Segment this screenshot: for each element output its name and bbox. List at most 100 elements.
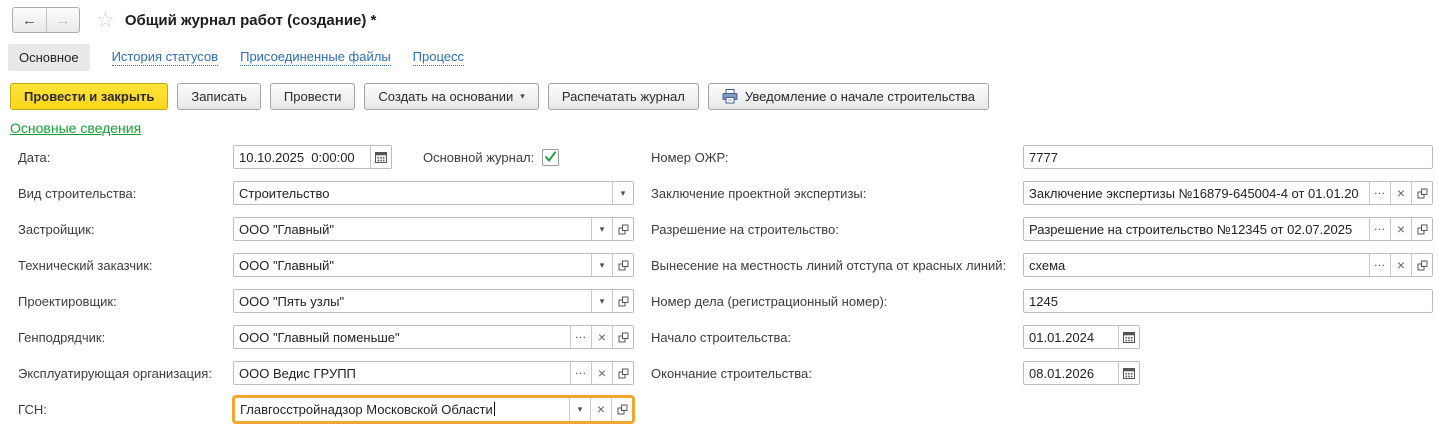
- date-input[interactable]: 10.10.2025 0:00:00: [233, 145, 392, 169]
- toolbar: Провести и закрыть Записать Провести Соз…: [10, 83, 998, 110]
- post-and-close-button[interactable]: Провести и закрыть: [10, 83, 168, 110]
- construction-end-calendar-button[interactable]: [1118, 362, 1139, 384]
- construction-type-label: Вид строительства:: [18, 186, 233, 201]
- construction-start-notice-button[interactable]: Уведомление о начале строительства: [708, 83, 989, 110]
- clear-icon: ×: [598, 366, 606, 380]
- construction-start-notice-label: Уведомление о начале строительства: [745, 89, 975, 104]
- gsn-input[interactable]: Главгосстройнадзор Московской Области ▾ …: [233, 396, 634, 423]
- create-based-on-button[interactable]: Создать на основании ▾: [364, 83, 538, 110]
- operating-organization-input[interactable]: ООО Ведис ГРУПП … ×: [233, 361, 634, 385]
- building-permit-clear-button[interactable]: ×: [1390, 218, 1411, 240]
- developer-label: Застройщик:: [18, 222, 233, 237]
- gsn-dropdown-button[interactable]: ▾: [569, 398, 590, 421]
- expertise-conclusion-select-button[interactable]: …: [1369, 182, 1390, 204]
- building-permit-value: Разрешение на строительство №12345 от 02…: [1024, 218, 1369, 240]
- open-item-icon: [618, 260, 629, 271]
- open-item-icon: [1417, 224, 1428, 235]
- post-button[interactable]: Провести: [270, 83, 356, 110]
- expertise-conclusion-open-button[interactable]: [1411, 182, 1432, 204]
- construction-start-input[interactable]: 01.01.2024: [1023, 325, 1140, 349]
- general-contractor-clear-button[interactable]: ×: [591, 326, 612, 348]
- print-journal-label: Распечатать журнал: [562, 89, 685, 104]
- general-contractor-input[interactable]: ООО "Главный поменьше" … ×: [233, 325, 634, 349]
- chevron-down-icon: ▾: [600, 296, 605, 307]
- tab-process[interactable]: Процесс: [413, 49, 464, 66]
- expertise-conclusion-input[interactable]: Заключение экспертизы №16879-645004-4 от…: [1023, 181, 1433, 205]
- save-label: Записать: [191, 89, 247, 104]
- ellipsis-icon: …: [575, 334, 588, 340]
- building-permit-select-button[interactable]: …: [1369, 218, 1390, 240]
- construction-type-value: Строительство: [234, 182, 612, 204]
- date-label: Дата:: [18, 150, 233, 165]
- open-item-icon: [1417, 260, 1428, 271]
- main-journal-checkbox[interactable]: [542, 149, 559, 166]
- open-item-icon: [618, 368, 629, 379]
- print-journal-button[interactable]: Распечатать журнал: [548, 83, 699, 110]
- designer-input[interactable]: ООО "Пять узлы" ▾: [233, 289, 634, 313]
- open-item-icon: [618, 296, 629, 307]
- expertise-conclusion-value: Заключение экспертизы №16879-645004-4 от…: [1024, 182, 1369, 204]
- red-lines-layout-label: Вынесение на местность линий отступа от …: [634, 258, 1023, 273]
- chevron-down-icon: ▾: [600, 224, 605, 235]
- designer-dropdown-button[interactable]: ▾: [591, 290, 612, 312]
- general-contractor-value: ООО "Главный поменьше": [234, 326, 570, 348]
- ozhr-number-value: 7777: [1024, 146, 1432, 168]
- chevron-down-icon: ▾: [520, 91, 525, 102]
- general-contractor-open-button[interactable]: [612, 326, 633, 348]
- tab-status-history[interactable]: История статусов: [112, 49, 219, 66]
- gsn-value-wrap: Главгосстройнадзор Московской Области: [235, 398, 569, 421]
- operating-organization-value: ООО Ведис ГРУПП: [234, 362, 570, 384]
- designer-open-button[interactable]: [612, 290, 633, 312]
- red-lines-layout-value: схема: [1024, 254, 1369, 276]
- technical-customer-input[interactable]: ООО "Главный" ▾: [233, 253, 634, 277]
- red-lines-layout-clear-button[interactable]: ×: [1390, 254, 1411, 276]
- text-caret: [494, 402, 495, 416]
- gsn-open-button[interactable]: [611, 398, 632, 421]
- developer-dropdown-button[interactable]: ▾: [591, 218, 612, 240]
- ozhr-number-input[interactable]: 7777: [1023, 145, 1433, 169]
- technical-customer-dropdown-button[interactable]: ▾: [591, 254, 612, 276]
- calendar-icon: [1123, 331, 1135, 343]
- construction-end-value: 08.01.2026: [1024, 362, 1118, 384]
- clear-icon: ×: [1397, 186, 1405, 200]
- main-info-section-link[interactable]: Основные сведения: [10, 120, 141, 136]
- expertise-conclusion-clear-button[interactable]: ×: [1390, 182, 1411, 204]
- clear-icon: ×: [1397, 222, 1405, 236]
- general-contractor-select-button[interactable]: …: [570, 326, 591, 348]
- construction-end-input[interactable]: 08.01.2026: [1023, 361, 1140, 385]
- tab-main[interactable]: Основное: [8, 44, 90, 71]
- post-and-close-label: Провести и закрыть: [24, 89, 154, 104]
- construction-end-label: Окончание строительства:: [634, 366, 1023, 381]
- case-number-input[interactable]: 1245: [1023, 289, 1433, 313]
- red-lines-layout-open-button[interactable]: [1411, 254, 1432, 276]
- construction-type-dropdown-button[interactable]: ▾: [612, 182, 633, 204]
- general-contractor-label: Генподрядчик:: [18, 330, 233, 345]
- construction-start-calendar-button[interactable]: [1118, 326, 1139, 348]
- forward-button[interactable]: →: [46, 8, 79, 32]
- construction-type-input[interactable]: Строительство ▾: [233, 181, 634, 205]
- case-number-label: Номер дела (регистрационный номер):: [634, 294, 1023, 309]
- designer-label: Проектировщик:: [18, 294, 233, 309]
- developer-input[interactable]: ООО "Главный" ▾: [233, 217, 634, 241]
- back-button[interactable]: ←: [13, 8, 46, 32]
- ellipsis-icon: …: [1374, 226, 1387, 232]
- gsn-clear-button[interactable]: ×: [590, 398, 611, 421]
- building-permit-input[interactable]: Разрешение на строительство №12345 от 02…: [1023, 217, 1433, 241]
- operating-organization-open-button[interactable]: [612, 362, 633, 384]
- date-calendar-button[interactable]: [370, 146, 391, 168]
- technical-customer-open-button[interactable]: [612, 254, 633, 276]
- operating-organization-clear-button[interactable]: ×: [591, 362, 612, 384]
- favorite-star-icon[interactable]: ☆: [96, 10, 115, 31]
- tab-attached-files[interactable]: Присоединенные файлы: [240, 49, 391, 66]
- main-journal-label: Основной журнал:: [423, 150, 534, 165]
- technical-customer-value: ООО "Главный": [234, 254, 591, 276]
- expertise-conclusion-label: Заключение проектной экспертизы:: [634, 186, 1023, 201]
- building-permit-open-button[interactable]: [1411, 218, 1432, 240]
- save-button[interactable]: Записать: [177, 83, 261, 110]
- red-lines-layout-select-button[interactable]: …: [1369, 254, 1390, 276]
- operating-organization-select-button[interactable]: …: [570, 362, 591, 384]
- developer-open-button[interactable]: [612, 218, 633, 240]
- red-lines-layout-input[interactable]: схема … ×: [1023, 253, 1433, 277]
- gsn-value: Главгосстройнадзор Московской Области: [240, 402, 493, 417]
- calendar-icon: [375, 151, 387, 163]
